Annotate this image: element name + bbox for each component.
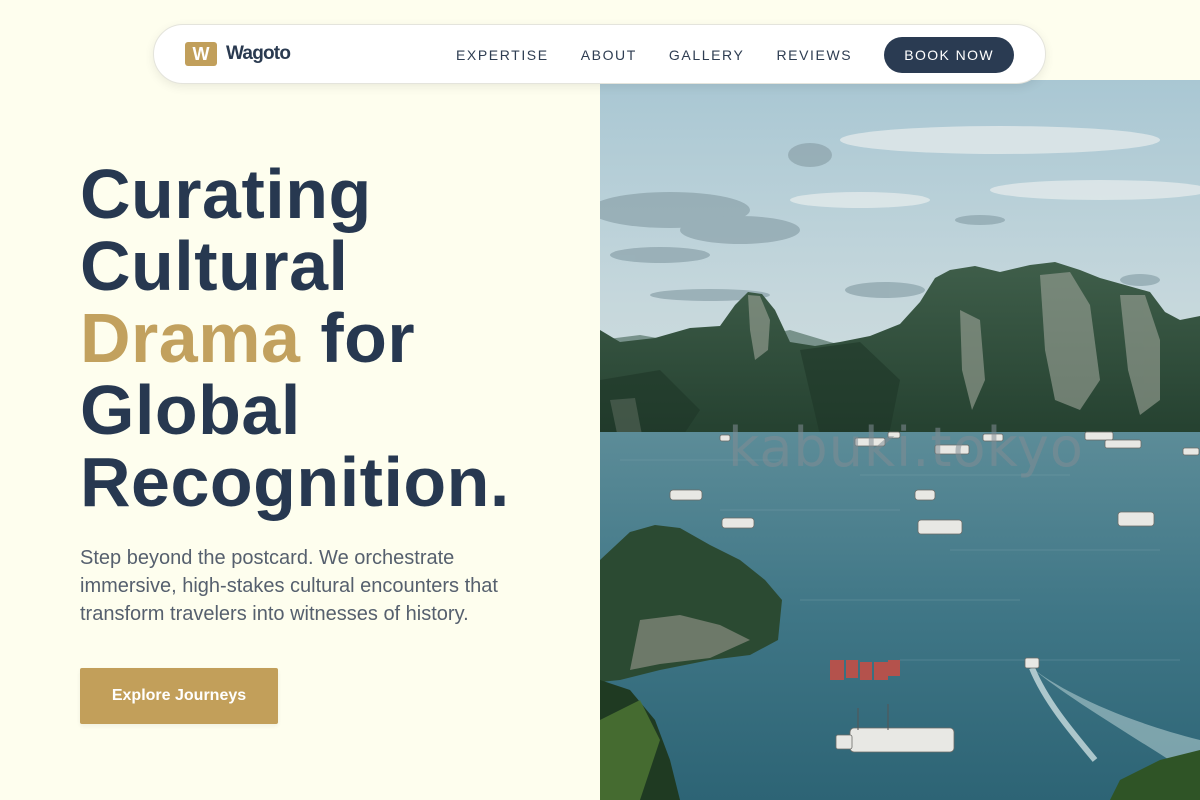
headline-line-3-rest: for xyxy=(300,299,416,377)
image-watermark: kabuki.tokyo xyxy=(728,416,1084,479)
explore-journeys-button[interactable]: Explore Journeys xyxy=(80,668,278,724)
landing-page: kabuki.tokyo W Wagoto EXPERTISE ABOUT GA… xyxy=(0,0,1200,800)
headline-line-5: Recognition. xyxy=(80,443,510,521)
nav-link-about[interactable]: ABOUT xyxy=(581,47,637,63)
nav-link-gallery[interactable]: GALLERY xyxy=(669,47,745,63)
brand-logo-link[interactable]: W Wagoto xyxy=(185,42,291,66)
nav-link-reviews[interactable]: REVIEWS xyxy=(776,47,852,63)
brand-name: Wagoto xyxy=(226,43,291,64)
nav-link-expertise[interactable]: EXPERTISE xyxy=(456,47,549,63)
headline-line-2: Cultural xyxy=(80,227,349,305)
headline-accent-word: Drama xyxy=(80,299,301,377)
hero-photo: kabuki.tokyo xyxy=(600,80,1200,800)
top-navbar: W Wagoto EXPERTISE ABOUT GALLERY REVIEWS… xyxy=(153,24,1046,84)
headline-line-3: Drama for xyxy=(80,302,510,374)
letter-w-logo-icon: W xyxy=(185,42,217,66)
book-now-button[interactable]: BOOK NOW xyxy=(884,37,1014,73)
hero-headline: Curating Cultural Drama for Global Recog… xyxy=(80,158,510,518)
nav-links: EXPERTISE ABOUT GALLERY REVIEWS BOOK NOW xyxy=(456,37,1014,73)
headline-line-1: Curating xyxy=(80,155,372,233)
hero-subtext: Step beyond the postcard. We orchestrate… xyxy=(80,547,498,625)
headline-line-4: Global xyxy=(80,371,301,449)
